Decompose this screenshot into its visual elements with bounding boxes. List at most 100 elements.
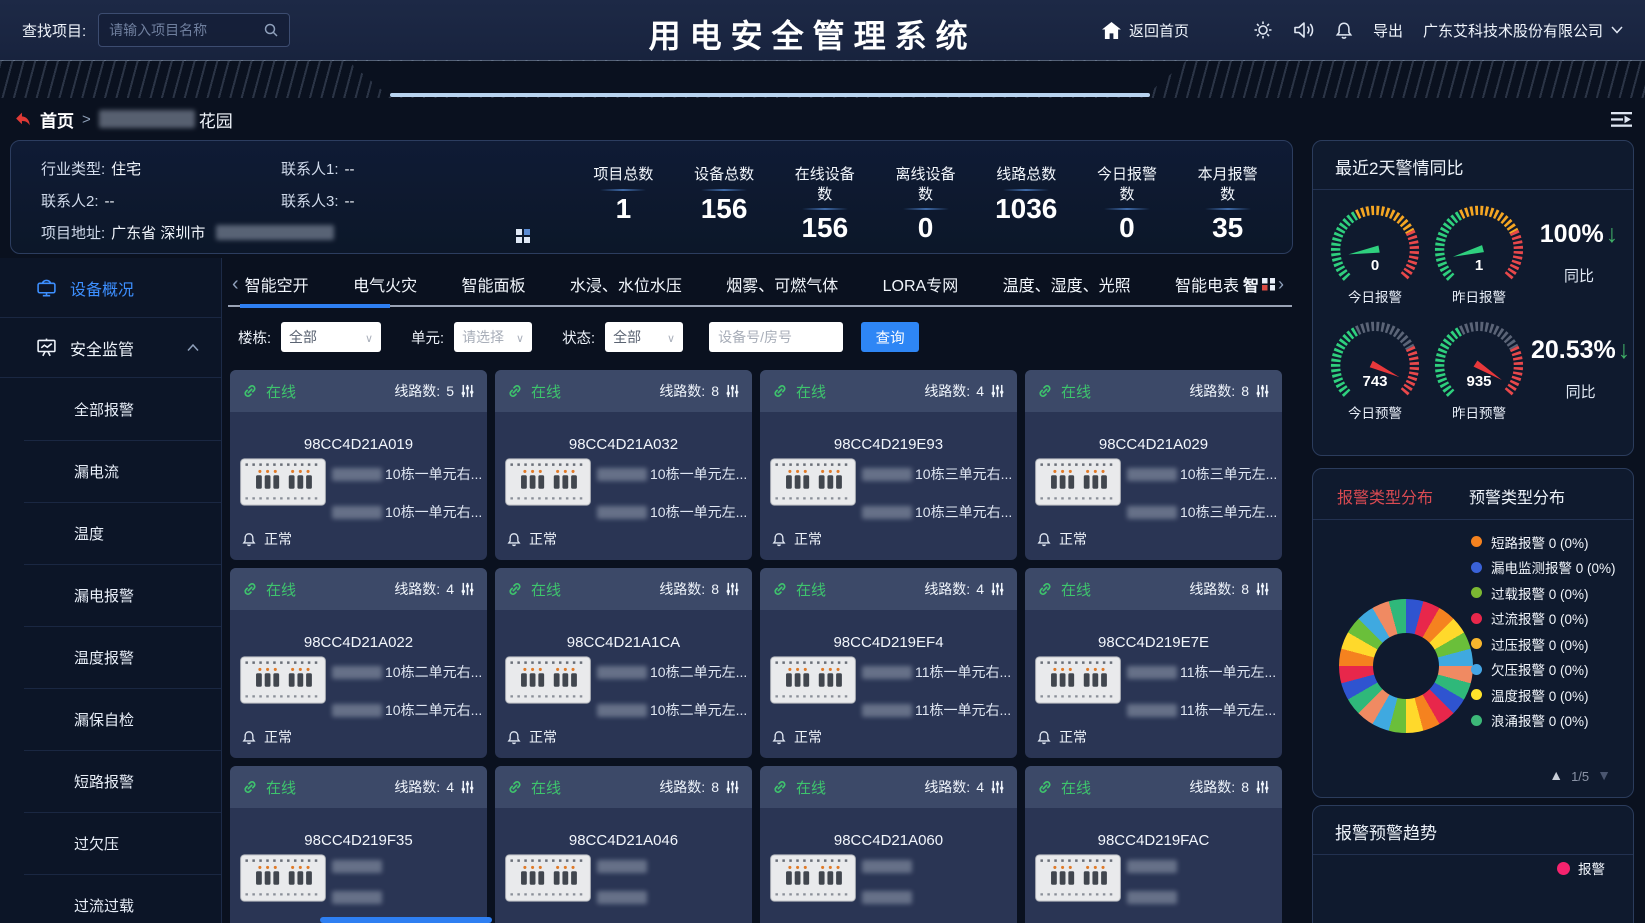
redacted-text (862, 666, 912, 679)
bell-icon (772, 532, 786, 547)
unit-select[interactable]: 请选择 (454, 322, 532, 352)
lines-count-label: 线路数: (1189, 381, 1235, 401)
device-card[interactable]: 在线 线路数: 8 98CC4D21A029 (1025, 370, 1282, 560)
device-card[interactable]: 在线 线路数: 4 98CC4D21A022 (230, 568, 487, 758)
gear-icon[interactable] (1253, 20, 1273, 40)
sidebar-item-device-overview[interactable]: 设备概况 (0, 258, 221, 318)
sliders-icon[interactable] (990, 779, 1005, 795)
device-address-line: 10栋二单元右... (332, 700, 487, 720)
device-card[interactable]: 在线 线路数: 8 98CC4D21A046 (495, 766, 752, 923)
page-up-icon[interactable] (1549, 767, 1563, 785)
sliders-icon[interactable] (725, 383, 740, 399)
legend-dot (1471, 689, 1482, 700)
tab-item[interactable]: 智能电表 (1175, 272, 1239, 296)
tab-alarm-distribution[interactable]: 报警类型分布 (1337, 484, 1433, 508)
sidebar-subitem[interactable]: 漏电报警 (0, 564, 221, 626)
device-card[interactable]: 在线 线路数: 4 98CC4D219E93 (760, 370, 1017, 560)
sliders-icon[interactable] (990, 383, 1005, 399)
sidebar-subitem[interactable]: 温度报警 (0, 626, 221, 688)
horizontal-scrollbar-thumb[interactable] (320, 917, 492, 923)
query-button[interactable]: 查询 (861, 322, 919, 352)
status-select[interactable]: 全部 (605, 322, 683, 352)
device-card[interactable]: 在线 线路数: 4 98CC4D219F35 (230, 766, 487, 923)
breadcrumb-home[interactable]: 首页 (40, 107, 74, 132)
sidebar-item-safety-supervision[interactable]: 安全监管 (0, 318, 221, 378)
tab-partial-label: 智 (1243, 272, 1259, 296)
page-down-icon[interactable] (1597, 767, 1611, 785)
tab-item[interactable]: 水浸、水位水压 (570, 272, 682, 296)
card-header-right: 线路数: 8 (1189, 777, 1270, 797)
device-address-text: 11栋一单元左... (1180, 662, 1276, 682)
chevron-up-icon[interactable] (187, 344, 199, 352)
redacted-text (597, 666, 647, 679)
device-address-text: 10栋二单元右... (385, 662, 482, 682)
device-card-footer: 正常 (507, 529, 557, 549)
export-button[interactable]: 导出 (1373, 20, 1403, 41)
alarm-comparison-stat: 100% 同比 (1531, 200, 1627, 306)
device-card-header: 在线 线路数: 4 (760, 370, 1017, 412)
sliders-icon[interactable] (1255, 383, 1270, 399)
sliders-icon[interactable] (460, 581, 475, 597)
stat-value: 0 (918, 212, 934, 244)
tab-item[interactable]: 智能面板 (461, 272, 525, 296)
device-card-header: 在线 线路数: 4 (760, 766, 1017, 808)
device-card[interactable]: 在线 线路数: 8 98CC4D21A1CA (495, 568, 752, 758)
breadcrumb-project-suffix: 花园 (199, 107, 233, 132)
sidebar-subitem[interactable]: 过欠压 (0, 812, 221, 874)
sliders-icon[interactable] (725, 779, 740, 795)
device-card[interactable]: 在线 线路数: 8 98CC4D219E7E (1025, 568, 1282, 758)
sliders-icon[interactable] (1255, 779, 1270, 795)
page-title: 用电安全管理系统 (649, 11, 977, 57)
device-card[interactable]: 在线 线路数: 8 98CC4D21A032 (495, 370, 752, 560)
sidebar-subitem[interactable]: 过流过载 (0, 874, 221, 923)
device-number-input[interactable] (709, 322, 843, 352)
sidebar-subitem[interactable]: 漏电流 (0, 440, 221, 502)
device-card[interactable]: 在线 线路数: 5 98CC4D21A019 (230, 370, 487, 560)
panel-collapse-icon[interactable] (1611, 112, 1633, 127)
sliders-icon[interactable] (460, 779, 475, 795)
device-card[interactable]: 在线 线路数: 4 98CC4D219EF4 (760, 568, 1017, 758)
search-icon[interactable] (263, 22, 279, 38)
device-card[interactable]: 在线 线路数: 4 98CC4D21A060 (760, 766, 1017, 923)
sliders-icon[interactable] (460, 383, 475, 399)
device-card[interactable]: 在线 线路数: 8 98CC4D219FAC (1025, 766, 1282, 923)
tab-item[interactable]: 烟雾、可燃气体 (726, 272, 838, 296)
grid-icon[interactable] (516, 229, 530, 243)
back-home-button[interactable]: 返回首页 (1102, 20, 1189, 41)
sidebar-subitem[interactable]: 漏保自检 (0, 688, 221, 750)
tab-item[interactable]: LORA专网 (883, 272, 959, 296)
device-address-text: 10栋三单元左... (1180, 464, 1277, 484)
redacted-text (597, 891, 647, 904)
sidebar-subitem[interactable]: 全部报警 (0, 378, 221, 440)
sliders-icon[interactable] (725, 581, 740, 597)
redacted-text (1127, 468, 1177, 481)
tab-item[interactable]: 电气火灾 (353, 272, 417, 296)
sliders-icon[interactable] (990, 581, 1005, 597)
tabs-scroll-left-icon[interactable] (232, 273, 239, 296)
link-icon (1037, 383, 1053, 399)
alarm-trend-panel: 报警预警趋势 报警 (1312, 805, 1634, 923)
bell-icon[interactable] (1335, 21, 1353, 40)
speaker-icon[interactable] (1293, 21, 1315, 39)
alarm-comparison-panel: 最近2天警情同比 0 今日报警 1 (1312, 140, 1634, 456)
building-select[interactable]: 全部 (281, 322, 381, 352)
tab-item[interactable]: 温度、湿度、光照 (1003, 272, 1131, 296)
search-input[interactable] (109, 22, 263, 38)
link-icon (772, 383, 788, 399)
online-status: 在线 (796, 777, 826, 798)
legend-dot (1471, 587, 1482, 598)
sidebar-subitem[interactable]: 温度 (0, 502, 221, 564)
unit-filter-label: 单元: (411, 327, 444, 348)
tab-item[interactable]: 智能空开 (245, 272, 309, 296)
tab-overflow-group[interactable]: 智 (1243, 272, 1284, 296)
sliders-icon[interactable] (1255, 581, 1270, 597)
online-status: 在线 (266, 381, 296, 402)
lines-count-label: 线路数: (659, 579, 705, 599)
sidebar-subitem[interactable]: 短路报警 (0, 750, 221, 812)
back-arrow-icon[interactable] (14, 111, 32, 128)
stat-label: 离线设备数 (893, 165, 959, 204)
legend-dot (1471, 638, 1482, 649)
company-dropdown[interactable]: 广东艾科技术股份有限公司 (1423, 20, 1623, 41)
main-content: 智能空开 电气火灾 智能面板 水浸、水位水压 烟雾、可燃气体 LORA专网 温度… (228, 258, 1292, 923)
tab-warning-distribution[interactable]: 预警类型分布 (1469, 484, 1565, 508)
